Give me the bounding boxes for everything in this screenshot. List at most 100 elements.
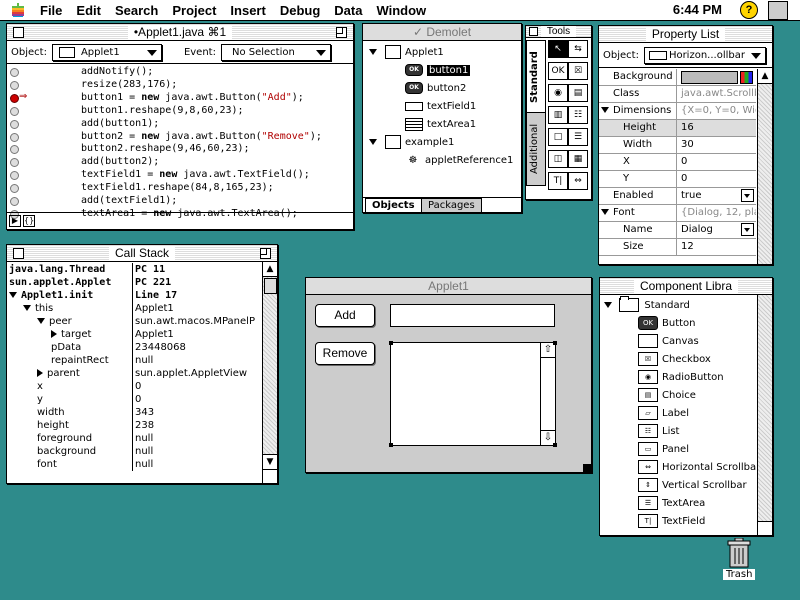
breakpoint-marker[interactable] (10, 68, 19, 77)
breakpoint-marker[interactable] (10, 184, 19, 194)
breakpoint-marker[interactable] (10, 93, 19, 103)
library-item[interactable]: ◉ RadioButton (638, 369, 724, 387)
selection-handle[interactable] (553, 443, 557, 447)
zoom-box-icon[interactable] (260, 248, 271, 259)
choice-tool-icon[interactable]: ▥ (548, 106, 568, 124)
menu-window[interactable]: Window (376, 3, 426, 18)
breakpoint-marker[interactable] (10, 158, 19, 168)
tab-packages[interactable]: Packages (421, 198, 482, 212)
horizontal-scrollbar[interactable] (43, 213, 353, 229)
code-line[interactable]: addNotify(); (81, 66, 153, 77)
close-tool-icon[interactable]: ☒ (568, 62, 588, 80)
scroll-up-icon[interactable]: ▲ (758, 69, 772, 84)
tab-objects[interactable]: Objects (365, 198, 422, 212)
play-icon[interactable]: ▶ (9, 215, 21, 227)
button-tool-icon[interactable]: OK (548, 62, 568, 80)
scroll-up-icon[interactable]: ⇧ (541, 343, 555, 358)
remove-button[interactable]: Remove (315, 342, 375, 365)
code-line[interactable]: button1 = new java.awt.Button("Add"); (81, 92, 304, 103)
menu-file[interactable]: File (40, 3, 62, 18)
library-item[interactable]: ☒ Checkbox (638, 351, 711, 369)
callstack-row[interactable]: y0 (7, 393, 261, 406)
menu-edit[interactable]: Edit (76, 3, 101, 18)
property-row[interactable]: X0 (599, 154, 756, 171)
connector-tool-icon[interactable]: ⇆ (568, 40, 588, 58)
breakpoint-marker[interactable] (10, 119, 19, 129)
textarea-scrollbar[interactable]: ⇧ ⇩ (540, 343, 555, 445)
grow-box-icon[interactable] (757, 521, 772, 535)
menu-data[interactable]: Data (334, 3, 362, 18)
property-row[interactable]: Size 12 (599, 239, 756, 256)
textarea-tool-icon[interactable]: ☰ (568, 128, 588, 146)
callstack-row[interactable]: parent sun.applet.AppletView (7, 367, 261, 380)
disclosure-triangle-icon[interactable] (37, 318, 45, 324)
code-line[interactable]: button2 = new java.awt.Button("Remove"); (81, 131, 322, 142)
property-row[interactable]: Enabled true (599, 188, 756, 205)
library-folder-row[interactable]: Standard (604, 296, 690, 315)
callstack-row[interactable]: Applet1.init Line 17 (7, 289, 261, 302)
property-object-popup[interactable]: Horizon...ollbar (643, 46, 766, 64)
property-value[interactable]: {X=0, Y=0, Width (679, 103, 756, 119)
scrollbar-tool-icon[interactable]: ◫ (548, 150, 568, 168)
callstack-row[interactable]: width 343 (7, 406, 261, 419)
disclosure-triangle-icon[interactable] (51, 330, 57, 338)
menu-insert[interactable]: Insert (230, 3, 265, 18)
arrow-tool-icon[interactable]: ↖ (548, 40, 568, 58)
selection-handle[interactable] (389, 341, 393, 345)
color-picker-icon[interactable] (740, 71, 753, 84)
selection-handle[interactable] (553, 341, 557, 345)
library-item[interactable]: ⇔ Horizontal Scrollbar (638, 459, 760, 477)
finder-icon[interactable] (768, 1, 788, 20)
callstack-row[interactable]: repaintRect null (7, 354, 261, 367)
applet-title-bar[interactable]: Applet1 (306, 278, 591, 295)
code-line[interactable]: button2.reshape(9,46,60,23); (81, 143, 250, 154)
close-box-icon[interactable] (13, 248, 24, 259)
tab-standard[interactable]: Standard (526, 40, 546, 114)
breakpoint-marker[interactable] (10, 171, 19, 181)
callstack-title-bar[interactable]: Call Stack (7, 245, 277, 262)
grid-tool-icon[interactable]: ▦ (568, 150, 588, 168)
chevron-down-icon[interactable] (741, 223, 754, 236)
apple-menu-icon[interactable] (10, 2, 26, 18)
code-line[interactable]: add(textField1); (81, 195, 177, 206)
property-value[interactable]: {Dialog, 12, plain (679, 205, 756, 221)
library-title-bar[interactable]: Component Libra (600, 278, 772, 295)
code-line[interactable]: add(button2); (81, 156, 159, 167)
tree-item[interactable]: Applet1 (369, 44, 444, 61)
tree-item[interactable]: textArea1 (405, 116, 476, 133)
library-item[interactable]: OK Button (638, 315, 696, 333)
function-popup-icon[interactable]: {} (23, 215, 35, 227)
breakpoint-marker[interactable] (10, 145, 19, 155)
library-item[interactable]: ▱ Label (638, 405, 689, 423)
property-value[interactable]: java.awt.Scrollbar (679, 86, 756, 102)
trash-icon[interactable] (727, 538, 751, 568)
callstack-row[interactable]: foreground null (7, 432, 261, 445)
menu-search[interactable]: Search (115, 3, 158, 18)
panel-tool-icon[interactable]: □ (548, 128, 568, 146)
selection-handle[interactable] (389, 443, 393, 447)
tree-item[interactable]: example1 (369, 134, 454, 151)
property-row[interactable]: Y0 (599, 171, 756, 188)
add-button[interactable]: Add (315, 304, 375, 327)
callstack-row[interactable]: pData 23448068 (7, 341, 261, 354)
code-line[interactable]: button1.reshape(9,8,60,23); (81, 105, 244, 116)
library-item[interactable]: Canvas (638, 333, 699, 351)
disclosure-triangle-icon[interactable] (37, 369, 43, 377)
callstack-row[interactable]: java.lang.Thread PC 11 (7, 263, 261, 276)
property-value[interactable]: 16 (679, 120, 756, 136)
radio-tool-icon[interactable]: ◉ (548, 84, 568, 102)
library-scrollbar[interactable] (757, 295, 772, 521)
property-value[interactable]: Dialog (679, 222, 756, 238)
close-box-icon[interactable] (13, 27, 24, 38)
library-item[interactable]: ⇕ Vertical Scrollbar (638, 477, 747, 495)
property-row[interactable]: Height 16 (599, 120, 756, 137)
disclosure-triangle-icon[interactable] (369, 139, 377, 145)
object-popup[interactable]: Applet1 (51, 43, 162, 61)
scroll-up-icon[interactable]: ▲ (263, 262, 277, 277)
disclosure-triangle-icon[interactable] (369, 49, 377, 55)
code-line[interactable]: textField1.reshape(84,8,165,23); (81, 182, 274, 193)
callstack-row[interactable]: height 238 (7, 419, 261, 432)
disclosure-triangle-icon[interactable] (601, 107, 609, 113)
callstack-row[interactable]: target Applet1 (7, 328, 261, 341)
disclosure-triangle-icon[interactable] (9, 292, 17, 298)
